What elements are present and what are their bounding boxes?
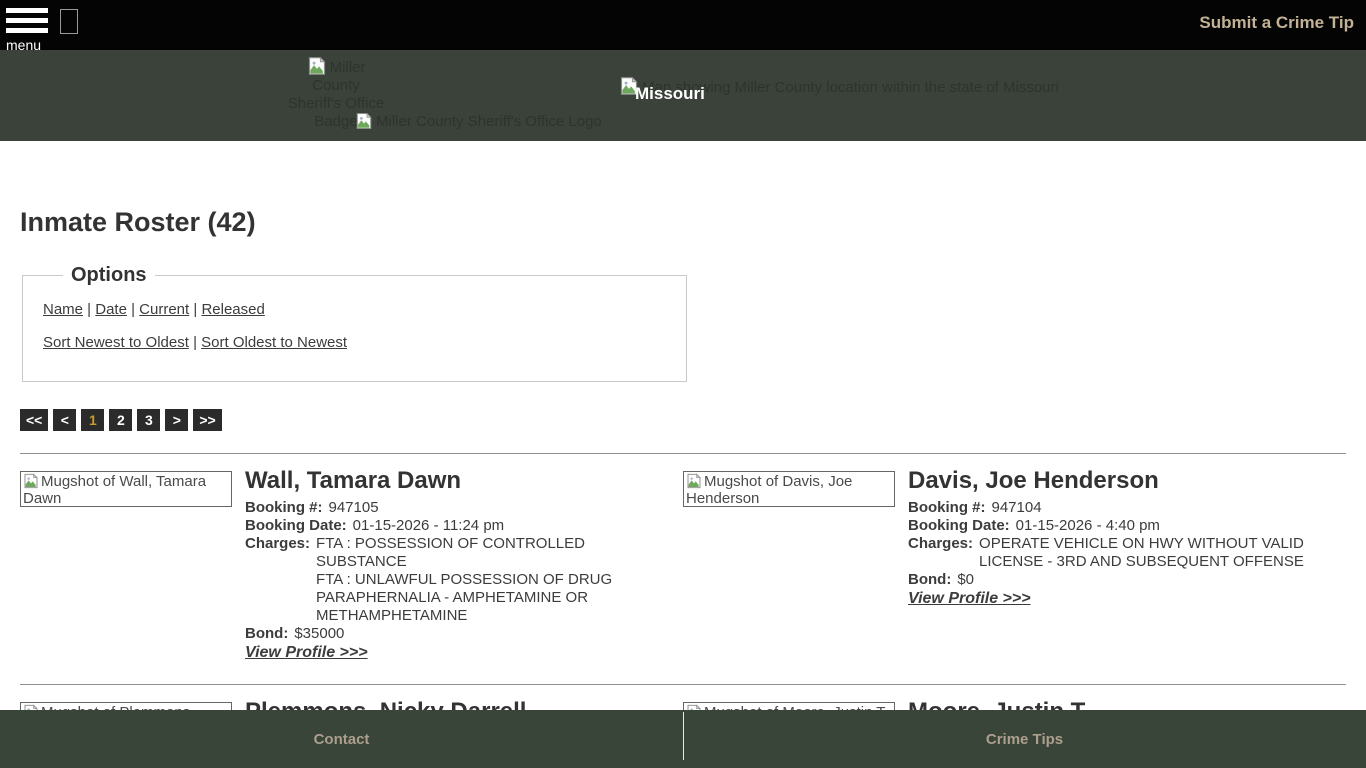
menu-button[interactable]: menu xyxy=(6,8,48,52)
detail-label: Bond: xyxy=(908,571,951,589)
inmate-row: Mugshot of Wall, Tamara Dawn Wall, Tamar… xyxy=(20,471,1346,662)
detail-row: Charges:OPERATE VEHICLE ON HWY WITHOUT V… xyxy=(908,535,1346,571)
detail-value: OPERATE VEHICLE ON HWY WITHOUT VALID LIC… xyxy=(979,535,1327,571)
row-separator xyxy=(20,453,1346,454)
submit-crime-tip-link[interactable]: Submit a Crime Tip xyxy=(1199,13,1354,33)
page-button[interactable]: 2 xyxy=(109,409,132,431)
detail-label: Booking Date: xyxy=(245,517,347,535)
sheriff-logo-image: Miller County Sheriff's Office Logo xyxy=(355,112,602,131)
footer-crime-tips-link[interactable]: Crime Tips xyxy=(986,731,1063,748)
page-button[interactable]: << xyxy=(20,409,48,431)
inmate-info: Wall, Tamara Dawn Booking #:947105Bookin… xyxy=(245,471,683,662)
inmate-details: Booking #: 947104Booking Date: 01-15-2026 … xyxy=(908,499,1346,589)
broken-image-icon xyxy=(355,112,373,130)
pagination: <<<123>>> xyxy=(20,409,1346,431)
detail-label: Bond: xyxy=(245,625,288,643)
footer-left: Contact xyxy=(0,710,683,768)
logo-alt-text: Miller County Sheriff's Office Logo xyxy=(376,113,602,130)
charge-item: FTA : UNLAWFUL POSSESSION OF DRUG PARAPH… xyxy=(316,571,664,625)
page-button[interactable]: < xyxy=(53,409,76,431)
broken-image-icon xyxy=(307,56,327,76)
detail-row: Booking #: 947105 xyxy=(245,499,683,517)
detail-row: Bond: $35000 xyxy=(245,625,683,643)
inmate-name: Wall, Tamara Dawn xyxy=(245,467,683,495)
detail-value: 01-15-2026 - 4:40 pm xyxy=(1016,517,1160,535)
detail-value: 947104 xyxy=(992,499,1042,517)
detail-row: Booking Date: 01-15-2026 - 4:40 pm xyxy=(908,517,1346,535)
detail-value: $35000 xyxy=(294,625,344,643)
sort-link-sort-newest-to-oldest[interactable]: Sort Newest to Oldest xyxy=(43,334,189,351)
inmate-name: Davis, Joe Henderson xyxy=(908,467,1346,495)
detail-value: FTA : POSSESSION OF CONTROLLED SUBSTANCE… xyxy=(316,535,664,625)
detail-row: Charges:FTA : POSSESSION OF CONTROLLED S… xyxy=(245,535,683,625)
row-separator xyxy=(20,684,1346,685)
footer-contact-link[interactable]: Contact xyxy=(314,731,370,748)
hamburger-icon xyxy=(6,8,48,33)
filter-link-released[interactable]: Released xyxy=(201,301,264,318)
site-header: Miller County Sheriff's Office Badge Mil… xyxy=(0,50,1366,141)
missouri-link[interactable]: Missouri xyxy=(635,84,705,104)
mugshot-image: Mugshot of Wall, Tamara Dawn xyxy=(20,471,232,507)
detail-value: $0 xyxy=(957,571,974,589)
mugshot-alt-text: Mugshot of Wall, Tamara Dawn xyxy=(23,473,206,507)
sort-links: Sort Newest to Oldest | Sort Oldest to N… xyxy=(43,331,666,355)
charge-item: OPERATE VEHICLE ON HWY WITHOUT VALID LIC… xyxy=(979,535,1327,571)
footer: Contact Crime Tips xyxy=(0,710,1366,768)
page-button[interactable]: >> xyxy=(193,409,221,431)
detail-value: 01-15-2026 - 11:24 pm xyxy=(353,517,505,535)
broken-image-icon xyxy=(686,473,702,489)
view-profile-link[interactable]: View Profile >>> xyxy=(908,590,1031,608)
detail-label: Charges: xyxy=(908,535,973,571)
filter-link-current[interactable]: Current xyxy=(139,301,189,318)
inmate-card: Mugshot of Davis, Joe Henderson Davis, J… xyxy=(683,471,1346,662)
detail-row: Booking #: 947104 xyxy=(908,499,1346,517)
inmate-roster-list: Mugshot of Wall, Tamara Dawn Wall, Tamar… xyxy=(20,471,1346,738)
detail-label: Booking #: xyxy=(245,499,323,517)
detail-row: Bond: $0 xyxy=(908,571,1346,589)
page-button-active[interactable]: 1 xyxy=(81,409,104,431)
filter-link-date[interactable]: Date xyxy=(95,301,127,318)
inmate-card: Mugshot of Wall, Tamara Dawn Wall, Tamar… xyxy=(20,471,683,662)
broken-image-icon xyxy=(60,9,78,34)
charge-item: FTA : POSSESSION OF CONTROLLED SUBSTANCE xyxy=(316,535,664,571)
detail-label: Booking Date: xyxy=(908,517,1010,535)
options-legend: Options xyxy=(63,264,155,287)
sort-link-sort-oldest-to-newest[interactable]: Sort Oldest to Newest xyxy=(201,334,347,351)
page-title: Inmate Roster (42) xyxy=(20,207,1346,238)
mugshot-image: Mugshot of Davis, Joe Henderson xyxy=(683,471,895,507)
inmate-info: Davis, Joe Henderson Booking #:947104Boo… xyxy=(908,471,1346,608)
broken-image-icon xyxy=(23,473,39,489)
mugshot-alt-text: Mugshot of Davis, Joe Henderson xyxy=(686,473,852,507)
options-panel: Options Name | Date | Current | Released… xyxy=(22,264,687,382)
detail-value: 947105 xyxy=(329,499,379,517)
page-button[interactable]: 3 xyxy=(137,409,160,431)
inmate-details: Booking #: 947105Booking Date: 01-15-2026 … xyxy=(245,499,683,643)
view-profile-link[interactable]: View Profile >>> xyxy=(245,644,368,662)
filter-link-name[interactable]: Name xyxy=(43,301,83,318)
footer-right: Crime Tips xyxy=(683,710,1366,768)
top-bar: menu Submit a Crime Tip xyxy=(0,0,1366,50)
page-button[interactable]: > xyxy=(165,409,188,431)
detail-row: Booking Date: 01-15-2026 - 11:24 pm xyxy=(245,517,683,535)
main-content: Inmate Roster (42) Options Name | Date |… xyxy=(0,207,1366,738)
detail-label: Charges: xyxy=(245,535,310,625)
detail-label: Booking #: xyxy=(908,499,986,517)
filter-links: Name | Date | Current | Released xyxy=(43,298,666,322)
